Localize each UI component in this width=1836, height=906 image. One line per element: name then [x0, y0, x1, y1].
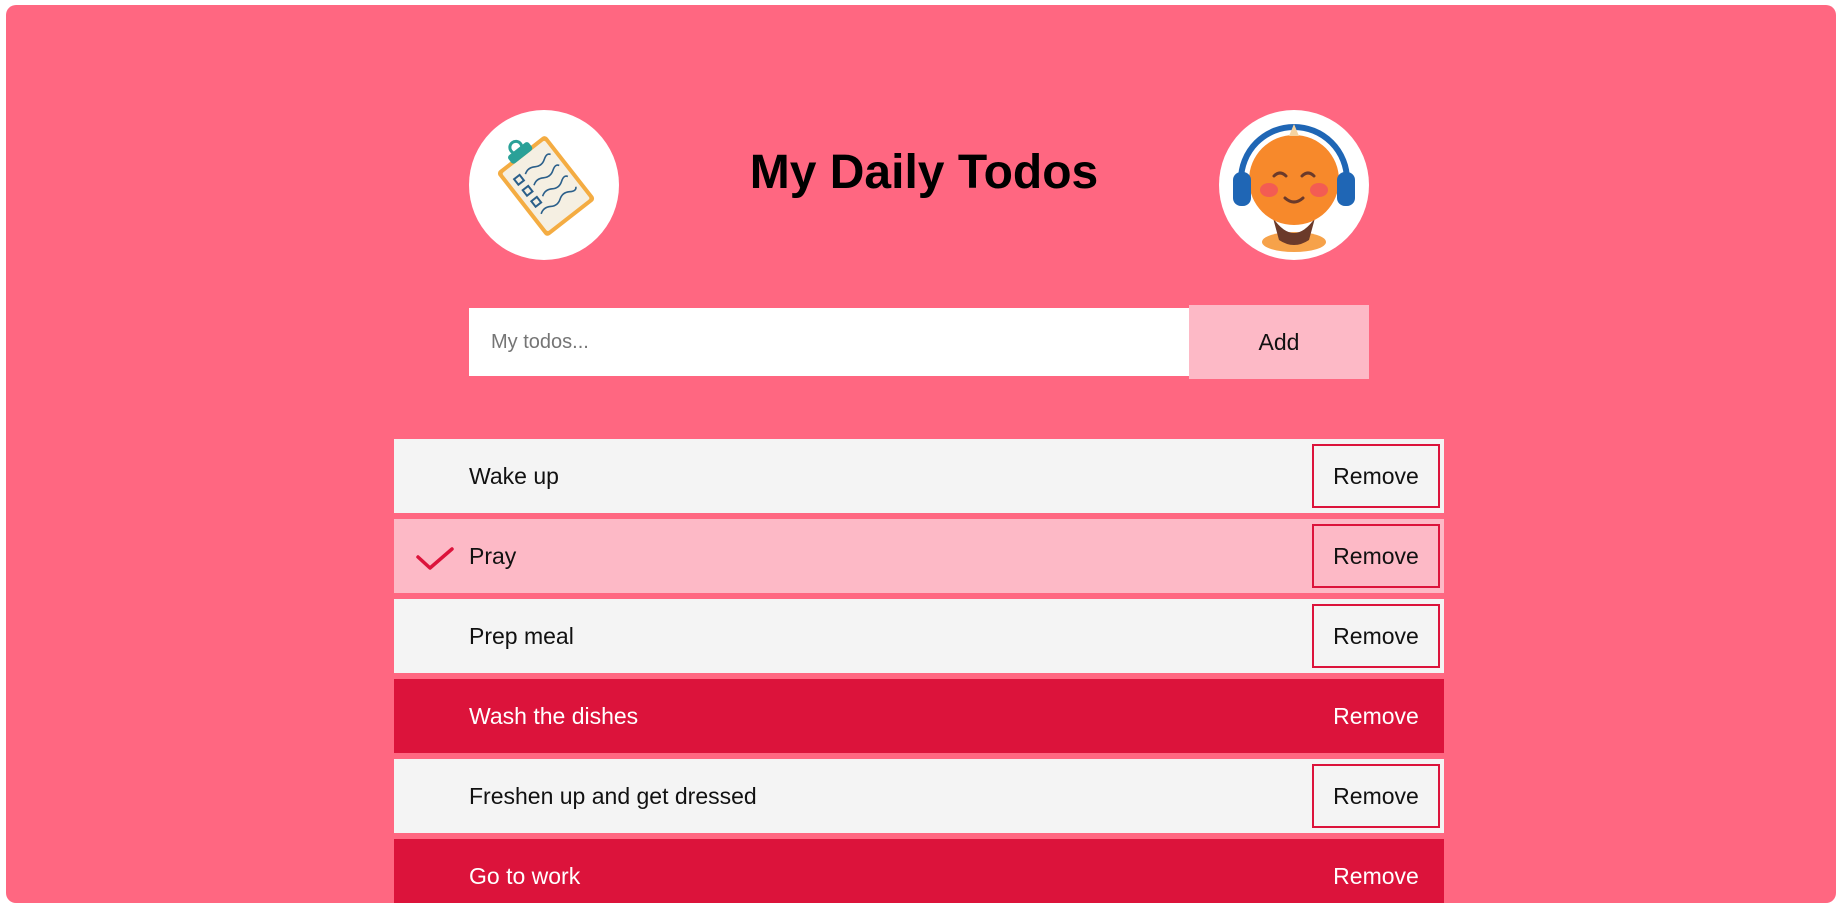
remove-button[interactable]: Remove: [1312, 604, 1440, 668]
todo-text: Go to work: [469, 863, 581, 889]
todo-list: Wake up Remove Pray Remove Prep meal Rem…: [394, 439, 1444, 903]
remove-button[interactable]: Remove: [1312, 764, 1440, 828]
add-button[interactable]: Add: [1189, 305, 1369, 379]
checkmark-icon: [416, 547, 454, 570]
orange-character-headphones-icon: [1219, 110, 1369, 260]
todo-item[interactable]: Pray Remove: [394, 519, 1444, 593]
todo-input[interactable]: [469, 308, 1189, 376]
remove-button[interactable]: Remove: [1312, 444, 1440, 508]
todo-item[interactable]: Freshen up and get dressed Remove: [394, 759, 1444, 833]
remove-button[interactable]: Remove: [1312, 684, 1440, 748]
todo-item[interactable]: Wake up Remove: [394, 439, 1444, 513]
todo-item[interactable]: Wash the dishes Remove: [394, 679, 1444, 753]
todo-item[interactable]: Go to work Remove: [394, 839, 1444, 903]
todo-text: Prep meal: [469, 623, 574, 649]
todo-text: Freshen up and get dressed: [469, 783, 757, 809]
todo-text: Pray: [469, 543, 517, 569]
remove-button[interactable]: Remove: [1312, 844, 1440, 903]
todo-text: Wake up: [469, 463, 559, 489]
clipboard-checklist-icon: [469, 110, 619, 260]
todo-item[interactable]: Prep meal Remove: [394, 599, 1444, 673]
remove-button[interactable]: Remove: [1312, 524, 1440, 588]
todo-text: Wash the dishes: [469, 703, 639, 729]
add-todo-form: Add: [469, 305, 1369, 379]
app-container: My Daily Todos Add Wake up Remove: [6, 5, 1836, 903]
page-title: My Daily Todos: [749, 146, 1099, 199]
